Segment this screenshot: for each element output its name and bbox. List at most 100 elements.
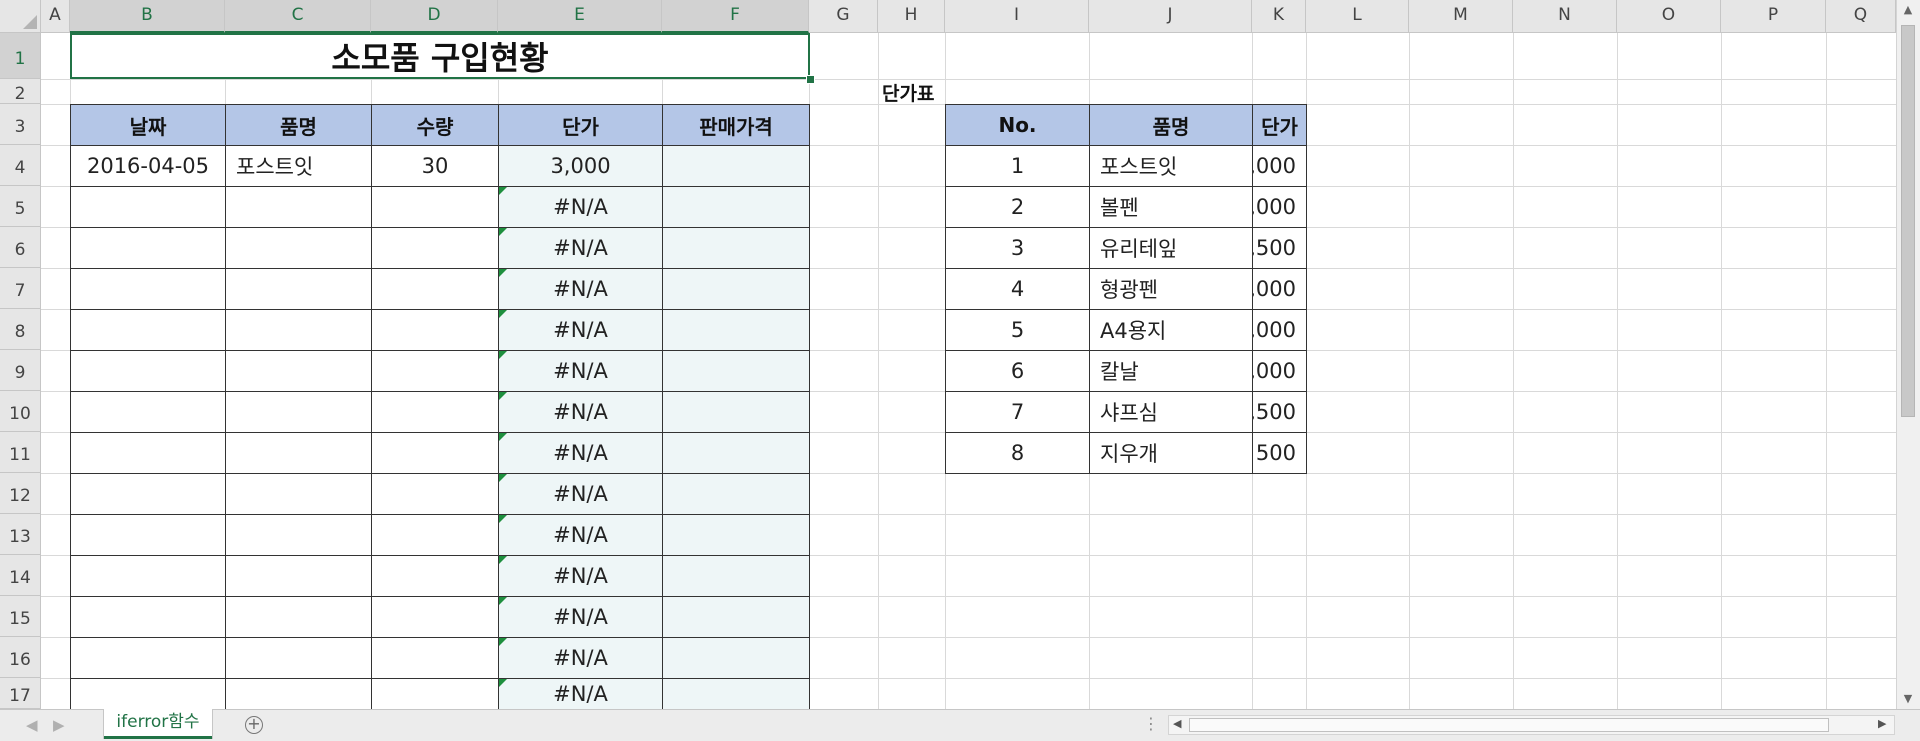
row-header-12[interactable]: 12 — [0, 473, 40, 514]
column-header-h[interactable]: H — [878, 0, 945, 33]
row-header-14[interactable]: 14 — [0, 555, 40, 596]
table-cell-date[interactable] — [70, 309, 226, 351]
column-header-m[interactable]: M — [1409, 0, 1513, 33]
table-cell-date[interactable] — [70, 432, 226, 474]
select-all-button[interactable] — [0, 0, 41, 33]
column-header-n[interactable]: N — [1513, 0, 1617, 33]
title-cell-b1[interactable]: 소모품 구입현황 — [70, 33, 810, 79]
column-header-c[interactable]: C — [225, 0, 371, 33]
price-cell-price[interactable]: 1,500 — [1252, 227, 1307, 269]
fill-handle[interactable] — [806, 75, 815, 84]
triangle-left-icon[interactable]: ◀ — [26, 716, 38, 734]
table-cell-qty[interactable] — [371, 514, 499, 556]
table-cell-sale[interactable] — [662, 596, 810, 638]
column-header-q[interactable]: Q — [1826, 0, 1896, 33]
row-header-5[interactable]: 5 — [0, 186, 40, 227]
table-cell-item[interactable] — [225, 391, 372, 433]
price-cell-no[interactable]: 7 — [945, 391, 1090, 433]
price-header-price[interactable]: 단가 — [1252, 104, 1307, 146]
price-cell-item[interactable]: 칼날 — [1089, 350, 1253, 392]
price-header-no[interactable]: No. — [945, 104, 1090, 146]
table-cell-date[interactable] — [70, 227, 226, 269]
plus-circle-icon[interactable]: + — [245, 716, 263, 734]
table-cell-qty[interactable] — [371, 555, 499, 597]
price-cell-no[interactable]: 8 — [945, 432, 1090, 474]
column-header-b[interactable]: B — [70, 0, 225, 33]
table-cell-item[interactable] — [225, 268, 372, 310]
table-cell-sale[interactable] — [662, 391, 810, 433]
table-cell-qty[interactable] — [371, 309, 499, 351]
scroll-up-icon[interactable]: ▲ — [1897, 3, 1919, 16]
price-cell-price[interactable]: 1,500 — [1252, 391, 1307, 433]
price-cell-no[interactable]: 5 — [945, 309, 1090, 351]
table-cell-error[interactable]: #N/A — [498, 391, 663, 433]
table-cell-date[interactable] — [70, 268, 226, 310]
price-cell-price[interactable]: 500 — [1252, 432, 1307, 474]
table-cell-sale[interactable] — [662, 145, 810, 187]
table-cell-item[interactable] — [225, 227, 372, 269]
table-cell-sale[interactable] — [662, 268, 810, 310]
table-cell-error[interactable]: #N/A — [498, 637, 663, 679]
table-cell-sale[interactable] — [662, 555, 810, 597]
table-cell-error[interactable]: #N/A — [498, 350, 663, 392]
row-header-16[interactable]: 16 — [0, 637, 40, 678]
scroll-left-icon[interactable]: ◀ — [1173, 717, 1181, 730]
row-header-4[interactable]: 4 — [0, 145, 40, 186]
header-sale[interactable]: 판매가격 — [662, 104, 810, 146]
table-cell-qty[interactable]: 30 — [371, 145, 499, 187]
vertical-scroll-thumb[interactable] — [1901, 25, 1915, 417]
price-cell-item[interactable]: 형광펜 — [1089, 268, 1253, 310]
table-cell-qty[interactable] — [371, 186, 499, 228]
table-cell-date[interactable] — [70, 350, 226, 392]
table-cell-item[interactable] — [225, 309, 372, 351]
table-cell-sale[interactable] — [662, 678, 810, 710]
column-header-l[interactable]: L — [1306, 0, 1409, 33]
table-cell-item[interactable]: 포스트잇 — [225, 145, 372, 187]
table-cell-qty[interactable] — [371, 678, 499, 710]
price-cell-item[interactable]: 샤프심 — [1089, 391, 1253, 433]
column-header-o[interactable]: O — [1617, 0, 1721, 33]
column-header-g[interactable]: G — [809, 0, 878, 33]
table-cell-sale[interactable] — [662, 186, 810, 228]
row-header-8[interactable]: 8 — [0, 309, 40, 350]
row-header-15[interactable]: 15 — [0, 596, 40, 637]
table-cell-sale[interactable] — [662, 309, 810, 351]
table-cell-item[interactable] — [225, 514, 372, 556]
table-cell-sale[interactable] — [662, 227, 810, 269]
table-cell-error[interactable]: #N/A — [498, 186, 663, 228]
table-cell-error[interactable]: #N/A — [498, 514, 663, 556]
price-cell-price[interactable]: 8,000 — [1252, 309, 1307, 351]
column-header-f[interactable]: F — [662, 0, 809, 33]
price-cell-price[interactable]: 1,000 — [1252, 186, 1307, 228]
price-cell-price[interactable]: 3,000 — [1252, 145, 1307, 187]
table-cell-qty[interactable] — [371, 391, 499, 433]
scroll-right-icon[interactable]: ▶ — [1878, 717, 1886, 730]
column-header-k[interactable]: K — [1252, 0, 1306, 33]
scroll-down-icon[interactable]: ▼ — [1897, 692, 1919, 705]
table-cell-item[interactable] — [225, 350, 372, 392]
price-cell-item[interactable]: 포스트잇 — [1089, 145, 1253, 187]
column-header-e[interactable]: E — [498, 0, 662, 33]
table-cell-qty[interactable] — [371, 596, 499, 638]
table-cell-sale[interactable] — [662, 432, 810, 474]
column-header-d[interactable]: D — [371, 0, 498, 33]
horizontal-scrollbar[interactable]: ◀ ▶ — [1168, 715, 1895, 735]
price-header-item[interactable]: 품명 — [1089, 104, 1253, 146]
table-cell-error[interactable]: #N/A — [498, 473, 663, 515]
price-cell-no[interactable]: 4 — [945, 268, 1090, 310]
horizontal-scroll-thumb[interactable] — [1189, 718, 1829, 732]
table-cell-qty[interactable] — [371, 637, 499, 679]
table-cell-qty[interactable] — [371, 432, 499, 474]
table-cell-item[interactable] — [225, 473, 372, 515]
table-cell-qty[interactable] — [371, 268, 499, 310]
table-cell-qty[interactable] — [371, 350, 499, 392]
header-price[interactable]: 단가 — [498, 104, 663, 146]
table-cell-error[interactable]: #N/A — [498, 596, 663, 638]
table-cell-error[interactable]: #N/A — [498, 227, 663, 269]
header-date[interactable]: 날짜 — [70, 104, 226, 146]
price-cell-no[interactable]: 2 — [945, 186, 1090, 228]
header-item[interactable]: 품명 — [225, 104, 372, 146]
table-cell-date[interactable] — [70, 678, 226, 710]
table-cell-date[interactable] — [70, 596, 226, 638]
table-cell-price[interactable]: 3,000 — [498, 145, 663, 187]
